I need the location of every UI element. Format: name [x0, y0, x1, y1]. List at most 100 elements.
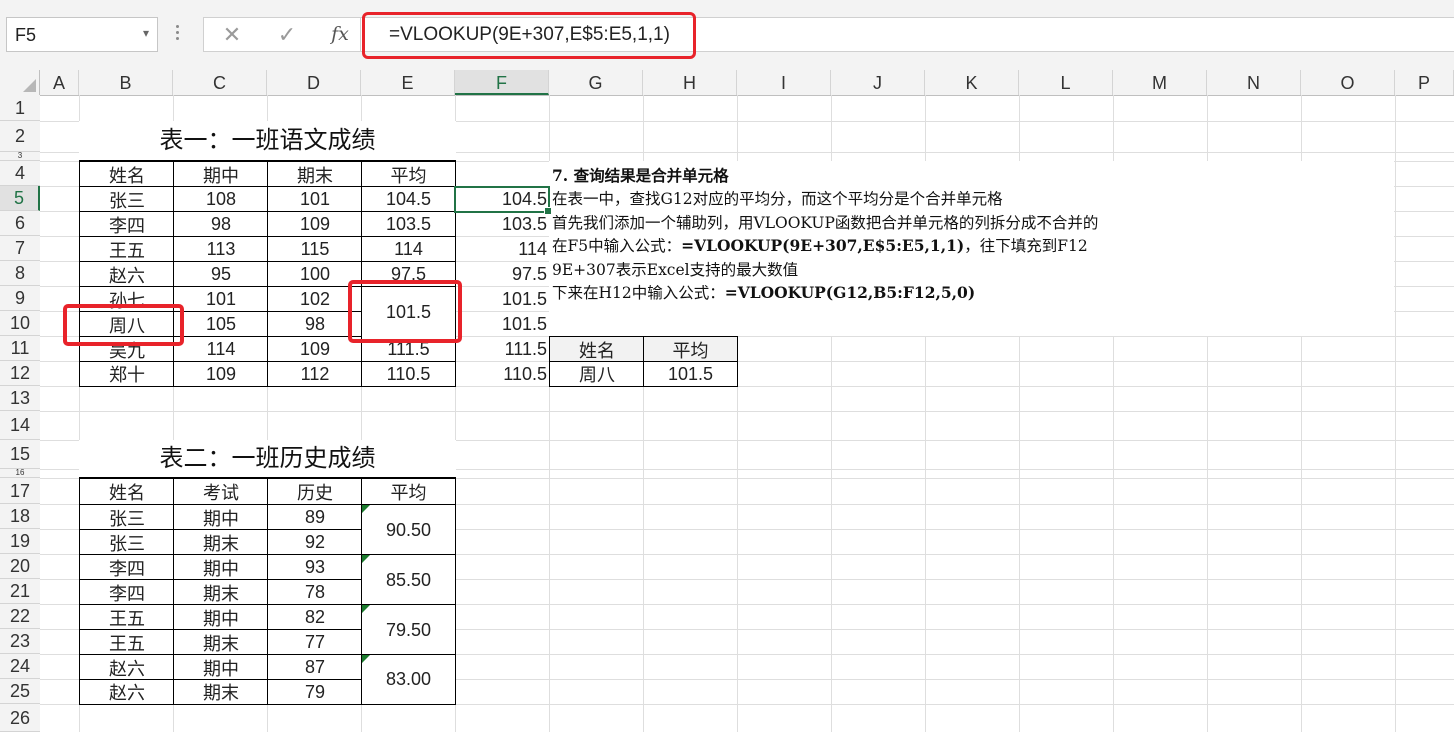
column-header-I[interactable]: I — [737, 70, 831, 95]
column-header-M[interactable]: M — [1113, 70, 1207, 95]
table1-cell[interactable]: 110.5 — [361, 361, 456, 387]
helper-cell[interactable]: 97.5 — [455, 261, 550, 287]
name-box[interactable]: F5 ▾ — [6, 17, 158, 52]
table1-cell[interactable]: 赵六 — [79, 261, 174, 287]
table2-header[interactable]: 平均 — [361, 478, 456, 505]
table1-cell[interactable]: 114 — [361, 236, 456, 262]
table1-cell[interactable]: 114 — [173, 336, 268, 362]
table1-cell[interactable]: 109 — [173, 361, 268, 387]
table2-header[interactable]: 历史 — [267, 478, 362, 505]
row-header-12[interactable]: 12 — [0, 361, 40, 386]
table1-cell[interactable]: 104.5 — [361, 186, 456, 212]
table1-cell[interactable]: 王五 — [79, 236, 174, 262]
row-header-20[interactable]: 20 — [0, 554, 40, 579]
chevron-down-icon[interactable]: ▾ — [143, 26, 149, 40]
row-header-17[interactable]: 17 — [0, 478, 40, 504]
column-header-E[interactable]: E — [361, 70, 455, 95]
enter-icon[interactable]: ✓ — [267, 18, 307, 51]
column-header-K[interactable]: K — [925, 70, 1019, 95]
insert-function-icon[interactable]: fx — [320, 18, 360, 51]
table1-cell[interactable]: 98 — [173, 211, 268, 237]
fill-handle[interactable] — [544, 207, 552, 215]
table2-cell[interactable]: 期中 — [173, 604, 268, 630]
table2-cell[interactable]: 期中 — [173, 554, 268, 580]
table2-cell[interactable]: 王五 — [79, 629, 174, 655]
table1-cell[interactable]: 112 — [267, 361, 362, 387]
column-header-L[interactable]: L — [1019, 70, 1113, 95]
row-header-11[interactable]: 11 — [0, 336, 40, 361]
row-header-14[interactable]: 14 — [0, 411, 40, 440]
table1-cell[interactable]: 105 — [173, 311, 268, 337]
column-header-O[interactable]: O — [1301, 70, 1395, 95]
table2-cell[interactable]: 王五 — [79, 604, 174, 630]
table1-cell[interactable]: 101 — [267, 186, 362, 212]
table2-cell[interactable]: 93 — [267, 554, 362, 580]
column-header-D[interactable]: D — [267, 70, 361, 95]
table2-cell[interactable]: 92 — [267, 529, 362, 555]
table2-cell[interactable]: 82 — [267, 604, 362, 630]
table2-cell[interactable]: 87 — [267, 654, 362, 680]
row-header-25[interactable]: 25 — [0, 679, 40, 704]
column-header-B[interactable]: B — [79, 70, 173, 95]
table2-cell[interactable]: 79 — [267, 679, 362, 705]
row-header-10[interactable]: 10 — [0, 311, 40, 336]
table2-header[interactable]: 考试 — [173, 478, 268, 505]
table1-cell[interactable]: 张三 — [79, 186, 174, 212]
table1-cell[interactable]: 109 — [267, 211, 362, 237]
row-header-7[interactable]: 7 — [0, 236, 40, 261]
table2-cell[interactable]: 赵六 — [79, 654, 174, 680]
table1-header[interactable]: 姓名 — [79, 161, 174, 187]
lookup-avg[interactable]: 101.5 — [643, 361, 738, 387]
helper-cell[interactable]: 103.5 — [455, 211, 550, 237]
column-header-P[interactable]: P — [1395, 70, 1454, 95]
row-header-2[interactable]: 2 — [0, 121, 40, 152]
table2-cell[interactable]: 期末 — [173, 579, 268, 605]
helper-cell[interactable]: 101.5 — [455, 311, 550, 337]
table1-header[interactable]: 期中 — [173, 161, 268, 187]
row-header-3[interactable]: 3 — [0, 152, 40, 161]
table1-header[interactable]: 期末 — [267, 161, 362, 187]
table1-cell[interactable]: 95 — [173, 261, 268, 287]
table1-cell[interactable]: 郑十 — [79, 361, 174, 387]
lookup-header[interactable]: 平均 — [643, 336, 738, 362]
table1-cell[interactable]: 101 — [173, 286, 268, 312]
row-header-9[interactable]: 9 — [0, 286, 40, 311]
table2-cell[interactable]: 期末 — [173, 679, 268, 705]
row-header-13[interactable]: 13 — [0, 386, 40, 411]
table1-cell[interactable]: 103.5 — [361, 211, 456, 237]
table2-cell[interactable]: 李四 — [79, 554, 174, 580]
column-header-N[interactable]: N — [1207, 70, 1301, 95]
column-header-C[interactable]: C — [173, 70, 267, 95]
row-header-6[interactable]: 6 — [0, 211, 40, 236]
row-header-15[interactable]: 15 — [0, 440, 40, 469]
table2-header[interactable]: 姓名 — [79, 478, 174, 505]
cancel-icon[interactable]: ✕ — [212, 18, 252, 51]
column-header-G[interactable]: G — [549, 70, 643, 95]
select-all-button[interactable] — [0, 70, 40, 95]
row-header-19[interactable]: 19 — [0, 529, 40, 554]
table2-cell[interactable]: 张三 — [79, 529, 174, 555]
lookup-name[interactable]: 周八 — [549, 361, 644, 387]
column-header-F[interactable]: F — [455, 70, 549, 95]
lookup-header[interactable]: 姓名 — [549, 336, 644, 362]
row-header-5[interactable]: 5 — [0, 186, 40, 211]
helper-cell[interactable]: 111.5 — [455, 336, 550, 362]
table2-cell[interactable]: 李四 — [79, 579, 174, 605]
table2-merged-avg[interactable]: 85.50 — [361, 554, 456, 605]
table2-merged-avg[interactable]: 79.50 — [361, 604, 456, 655]
table2-merged-avg[interactable]: 90.50 — [361, 504, 456, 555]
more-options-icon[interactable] — [174, 22, 180, 46]
row-header-4[interactable]: 4 — [0, 161, 40, 186]
table2-cell[interactable]: 期中 — [173, 654, 268, 680]
helper-cell[interactable]: 114 — [455, 236, 550, 262]
row-header-22[interactable]: 22 — [0, 604, 40, 629]
row-header-21[interactable]: 21 — [0, 579, 40, 604]
column-header-A[interactable]: A — [40, 70, 79, 95]
row-header-23[interactable]: 23 — [0, 629, 40, 654]
table2-cell[interactable]: 78 — [267, 579, 362, 605]
table2-cell[interactable]: 期末 — [173, 629, 268, 655]
active-cell-F5[interactable] — [454, 186, 552, 215]
row-header-24[interactable]: 24 — [0, 654, 40, 679]
table2-cell[interactable]: 期中 — [173, 504, 268, 530]
table2-cell[interactable]: 89 — [267, 504, 362, 530]
